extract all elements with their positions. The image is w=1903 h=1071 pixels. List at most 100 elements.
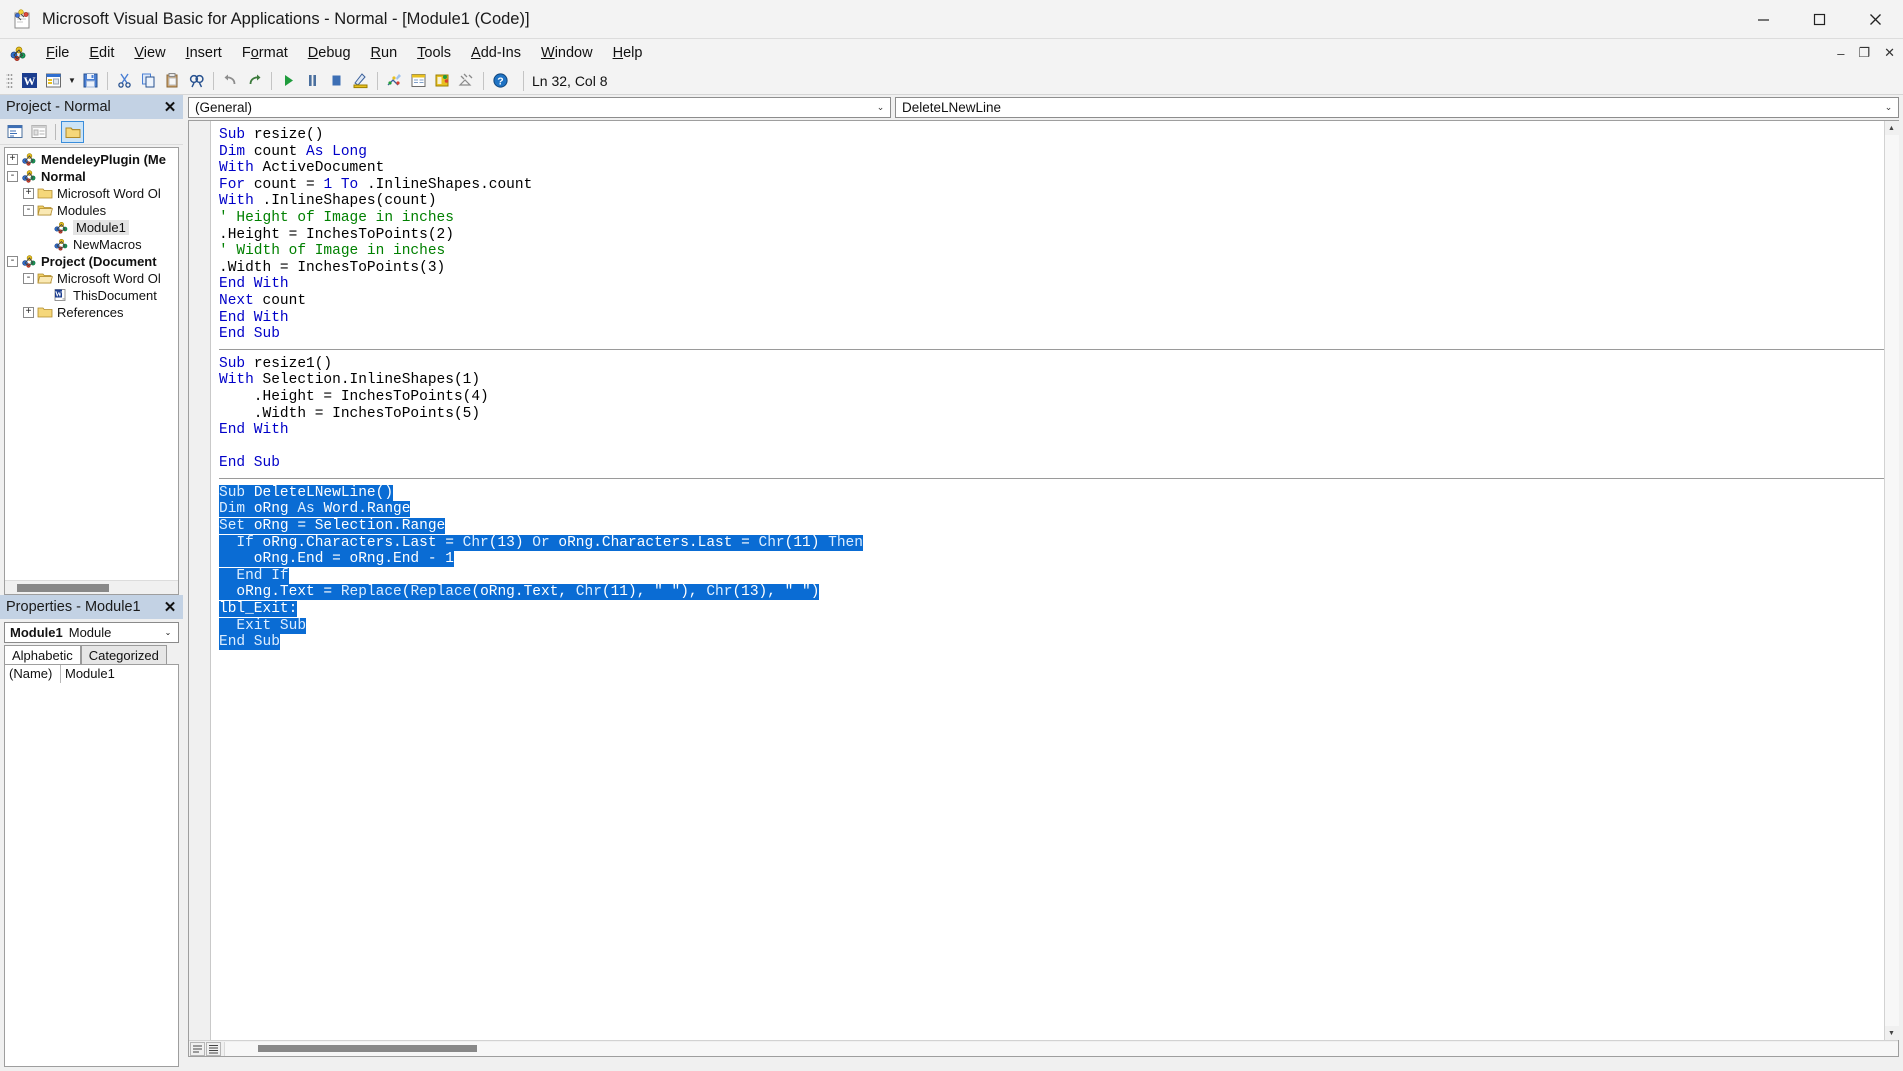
toolbar-grip[interactable]: [6, 72, 13, 90]
minimize-button[interactable]: [1735, 0, 1791, 39]
object-dropdown[interactable]: (General) ⌄: [188, 97, 891, 118]
code-line[interactable]: Exit Sub: [219, 618, 1884, 635]
code-line[interactable]: [219, 439, 1884, 456]
code-line[interactable]: oRng.Text = Replace(Replace(oRng.Text, C…: [219, 584, 1884, 601]
menu-file[interactable]: File: [36, 42, 79, 64]
menu-format[interactable]: Format: [232, 42, 298, 64]
tree-node[interactable]: -Project (Document: [5, 253, 178, 270]
code-line[interactable]: With ActiveDocument: [219, 160, 1884, 177]
code-line[interactable]: Dim count As Long: [219, 144, 1884, 161]
code-line[interactable]: End Sub: [219, 326, 1884, 343]
code-vscroll-track[interactable]: [1885, 135, 1899, 1026]
code-margin-indicator-bar[interactable]: [189, 121, 211, 1040]
code-line[interactable]: Set oRng = Selection.Range: [219, 518, 1884, 535]
code-line[interactable]: .Width = InchesToPoints(5): [219, 406, 1884, 423]
code-line[interactable]: End Sub: [219, 634, 1884, 651]
code-vertical-scrollbar[interactable]: ▲ ▼: [1884, 121, 1898, 1040]
menu-addins[interactable]: Add-Ins: [461, 42, 531, 64]
properties-object-combo[interactable]: Module1 Module ⌄: [4, 622, 179, 643]
redo-icon[interactable]: [243, 70, 266, 92]
toggle-folders-icon[interactable]: [62, 122, 83, 142]
cut-icon[interactable]: [113, 70, 136, 92]
expand-icon[interactable]: +: [7, 154, 18, 165]
collapse-icon[interactable]: -: [7, 171, 18, 182]
menu-window[interactable]: Window: [531, 42, 603, 64]
code-line[interactable]: ' Width of Image in inches: [219, 243, 1884, 260]
view-code-icon[interactable]: [4, 122, 25, 142]
menu-run[interactable]: Run: [361, 42, 408, 64]
tree-node[interactable]: +Microsoft Word Ol: [5, 185, 178, 202]
code-line[interactable]: Next count: [219, 293, 1884, 310]
toolbox-icon[interactable]: [455, 70, 478, 92]
tree-node[interactable]: -Normal: [5, 168, 178, 185]
help-icon[interactable]: ?: [489, 70, 512, 92]
code-line[interactable]: With Selection.InlineShapes(1): [219, 372, 1884, 389]
code-line[interactable]: .Width = InchesToPoints(3): [219, 260, 1884, 277]
code-line[interactable]: Dim oRng As Word.Range: [219, 501, 1884, 518]
code-line[interactable]: Sub resize(): [219, 127, 1884, 144]
code-line[interactable]: If oRng.Characters.Last = Chr(13) Or oRn…: [219, 535, 1884, 552]
code-line[interactable]: End With: [219, 422, 1884, 439]
procedure-view-icon[interactable]: [190, 1042, 205, 1056]
code-line[interactable]: .Height = InchesToPoints(2): [219, 227, 1884, 244]
code-line[interactable]: oRng.End = oRng.End - 1: [219, 551, 1884, 568]
collapse-icon[interactable]: -: [23, 205, 34, 216]
scroll-down-icon[interactable]: ▼: [1885, 1026, 1899, 1040]
code-hscroll-thumb[interactable]: [258, 1045, 477, 1052]
code-text-area[interactable]: Sub resize()Dim count As LongWith Active…: [211, 121, 1884, 1040]
view-object-icon[interactable]: [28, 122, 49, 142]
tab-alphabetic[interactable]: Alphabetic: [4, 645, 81, 664]
property-row[interactable]: (Name) Module1: [5, 665, 178, 683]
insert-dropdown-arrow[interactable]: ▼: [66, 70, 78, 92]
collapse-icon[interactable]: -: [7, 256, 18, 267]
close-button[interactable]: [1847, 0, 1903, 39]
doc-restore-button[interactable]: ❐: [1858, 45, 1870, 61]
paste-icon[interactable]: [161, 70, 184, 92]
code-line[interactable]: For count = 1 To .InlineShapes.count: [219, 177, 1884, 194]
properties-grid[interactable]: (Name) Module1: [4, 664, 179, 1067]
code-line[interactable]: End With: [219, 310, 1884, 327]
properties-window-icon[interactable]: [407, 70, 430, 92]
design-mode-icon[interactable]: [349, 70, 372, 92]
save-icon[interactable]: [79, 70, 102, 92]
code-line[interactable]: ' Height of Image in inches: [219, 210, 1884, 227]
properties-close-icon[interactable]: ✕: [161, 598, 179, 616]
code-line[interactable]: End With: [219, 276, 1884, 293]
tree-node[interactable]: -Microsoft Word Ol: [5, 270, 178, 287]
tree-node[interactable]: Module1: [5, 219, 178, 236]
expand-icon[interactable]: +: [23, 188, 34, 199]
scroll-up-icon[interactable]: ▲: [1885, 121, 1899, 135]
project-explorer-icon[interactable]: [383, 70, 406, 92]
code-line[interactable]: End Sub: [219, 455, 1884, 472]
menu-tools[interactable]: Tools: [407, 42, 461, 64]
run-sub-icon[interactable]: [277, 70, 300, 92]
full-module-view-icon[interactable]: [206, 1042, 221, 1056]
undo-icon[interactable]: [219, 70, 242, 92]
menu-debug[interactable]: Debug: [298, 42, 361, 64]
insert-userform-icon[interactable]: [42, 70, 65, 92]
project-tree-hscroll-thumb[interactable]: [17, 584, 109, 592]
object-browser-icon[interactable]: [431, 70, 454, 92]
maximize-button[interactable]: [1791, 0, 1847, 39]
collapse-icon[interactable]: -: [23, 273, 34, 284]
chevron-down-icon[interactable]: ⌄: [160, 624, 176, 641]
code-line[interactable]: End If: [219, 568, 1884, 585]
view-microsoft-word-icon[interactable]: W: [18, 70, 41, 92]
reset-icon[interactable]: [325, 70, 348, 92]
chevron-down-icon[interactable]: ⌄: [1880, 98, 1897, 117]
project-explorer-close-icon[interactable]: ✕: [161, 98, 179, 116]
expand-icon[interactable]: +: [23, 307, 34, 318]
menu-insert[interactable]: Insert: [176, 42, 232, 64]
copy-icon[interactable]: [137, 70, 160, 92]
code-line[interactable]: Sub resize1(): [219, 356, 1884, 373]
code-horizontal-scrollbar[interactable]: [224, 1042, 1898, 1056]
doc-minimize-button[interactable]: –: [1837, 46, 1844, 61]
tree-node[interactable]: -Modules: [5, 202, 178, 219]
code-line[interactable]: Sub DeleteLNewLine(): [219, 485, 1884, 502]
tree-node[interactable]: WThisDocument: [5, 287, 178, 304]
menu-help[interactable]: Help: [603, 42, 653, 64]
doc-close-button[interactable]: ✕: [1884, 45, 1895, 61]
code-line[interactable]: lbl_Exit:: [219, 601, 1884, 618]
chevron-down-icon[interactable]: ⌄: [872, 98, 889, 117]
find-icon[interactable]: [185, 70, 208, 92]
